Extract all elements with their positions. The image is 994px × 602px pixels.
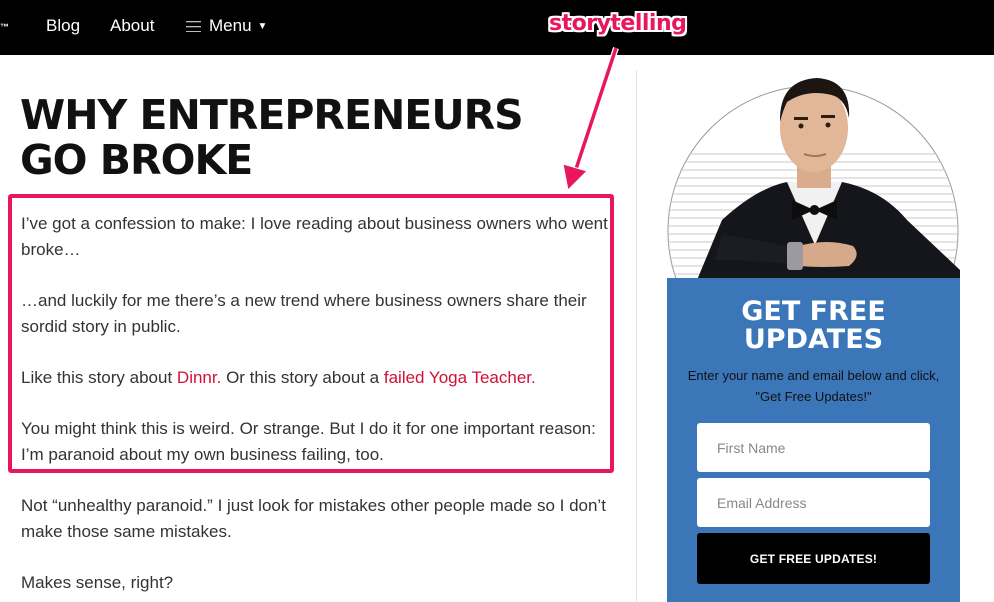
- paragraph-text: Or this story about a: [221, 368, 384, 387]
- article-title: WHY ENTREPRENEURS GO BROKE: [20, 91, 524, 184]
- email-input[interactable]: [697, 478, 930, 527]
- caret-down-icon: ▼: [257, 20, 268, 32]
- brand-mark[interactable]: ™: [0, 22, 9, 32]
- article-paragraph: You might think this is weird. Or strang…: [21, 419, 596, 464]
- menu-dropdown[interactable]: Menu ▼: [186, 16, 267, 36]
- article-paragraph: I’ve got a confession to make: I love re…: [21, 214, 608, 259]
- storytelling-annotation: storytelling: [549, 11, 687, 36]
- hamburger-icon: [186, 20, 201, 32]
- optin-title: GET FREE UPDATES: [741, 296, 886, 355]
- article-paragraph: Not “unhealthy paranoid.” I just look fo…: [21, 496, 606, 541]
- article-paragraph: …and luckily for me there’s a new trend …: [21, 291, 587, 336]
- optin-form: GET FREE UPDATES Enter your name and ema…: [667, 278, 960, 602]
- failed-yoga-teacher-link[interactable]: failed Yoga Teacher.: [384, 368, 536, 387]
- menu-label: Menu: [209, 16, 252, 35]
- author-portrait: [667, 70, 960, 280]
- column-divider: [636, 70, 637, 602]
- optin-subtitle: Enter your name and email below and clic…: [687, 368, 940, 404]
- first-name-input[interactable]: [697, 423, 930, 472]
- nav-link-blog[interactable]: Blog: [46, 16, 80, 36]
- dinnr-link[interactable]: Dinnr.: [177, 368, 221, 387]
- nav-link-about[interactable]: About: [110, 16, 154, 36]
- article-paragraph: Makes sense, right?: [21, 573, 174, 592]
- article-paragraph: Like this story about Dinnr. Or this sto…: [21, 365, 611, 391]
- paragraph-text: Like this story about: [21, 368, 177, 387]
- top-nav-bar: ™ Blog About Menu ▼: [0, 0, 994, 55]
- get-free-updates-button[interactable]: GET FREE UPDATES!: [697, 533, 930, 584]
